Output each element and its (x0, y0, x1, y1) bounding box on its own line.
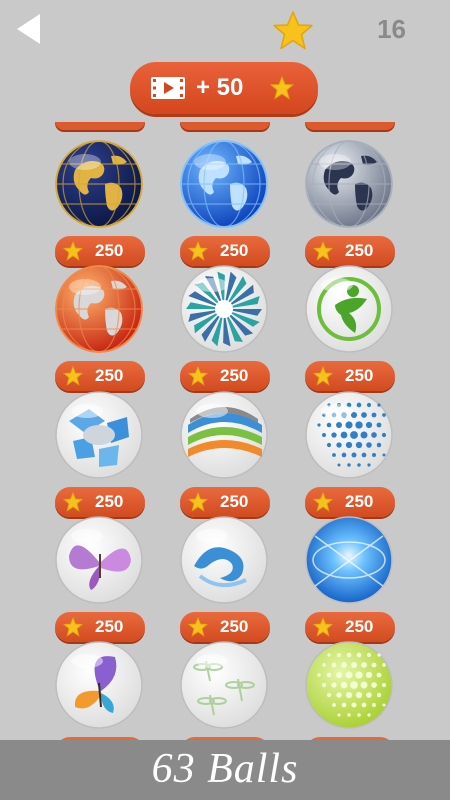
ball-item: 250 (293, 633, 403, 740)
ball-dots-green[interactable] (305, 641, 393, 729)
partial-price-pill (180, 122, 270, 130)
top-bar: 16 (0, 0, 450, 60)
watch-video-button[interactable]: + 50 (130, 62, 318, 114)
ball-count-label: 63 Balls (151, 746, 299, 792)
ball-item: 250 (293, 508, 403, 642)
ball-item: 250 (168, 383, 278, 517)
footer-bar: 63 Balls (0, 740, 450, 800)
ball-globe-red[interactable] (55, 265, 143, 353)
ball-item: 250 (168, 132, 278, 266)
ball-wave-blue[interactable] (180, 516, 268, 604)
coin-count: 16 (377, 14, 406, 44)
partial-price-pill (305, 122, 395, 130)
ball-item: 250 (43, 257, 153, 391)
video-film-icon (151, 77, 185, 99)
ball-item: 250 (168, 257, 278, 391)
star-icon (270, 76, 294, 100)
ball-glow-blue[interactable] (305, 516, 393, 604)
ball-item: 250 (168, 508, 278, 642)
ball-swirl-stripes[interactable] (180, 391, 268, 479)
ball-item: 250 (43, 633, 153, 740)
star-icon (273, 11, 313, 50)
ball-item: 250 (293, 257, 403, 391)
ball-burst-teal[interactable] (180, 265, 268, 353)
partial-price-pill (55, 122, 145, 130)
ball-item: 250 (293, 383, 403, 517)
ball-globe-gold[interactable] (55, 140, 143, 228)
ball-item: 250 (43, 508, 153, 642)
ball-grid: 250 250 250 250 250 250 250 250 250 250 … (0, 122, 450, 740)
ball-butterfly-rainbow[interactable] (55, 641, 143, 729)
ball-globe-blue[interactable] (180, 140, 268, 228)
back-arrow-icon[interactable] (14, 12, 44, 46)
ball-leaf-figure[interactable] (305, 265, 393, 353)
ball-item: 250 (43, 383, 153, 517)
video-reward-amount: + 50 (196, 74, 244, 101)
ball-tiles-blue[interactable] (55, 391, 143, 479)
ball-item: 250 (168, 633, 278, 740)
ball-butterfly-purple[interactable] (55, 516, 143, 604)
partial-price-row (0, 122, 450, 130)
ball-item: 250 (293, 132, 403, 266)
ball-item: 250 (43, 132, 153, 266)
ball-dots-blue[interactable] (305, 391, 393, 479)
ball-globe-silver[interactable] (305, 140, 393, 228)
ball-dragonflies[interactable] (180, 641, 268, 729)
